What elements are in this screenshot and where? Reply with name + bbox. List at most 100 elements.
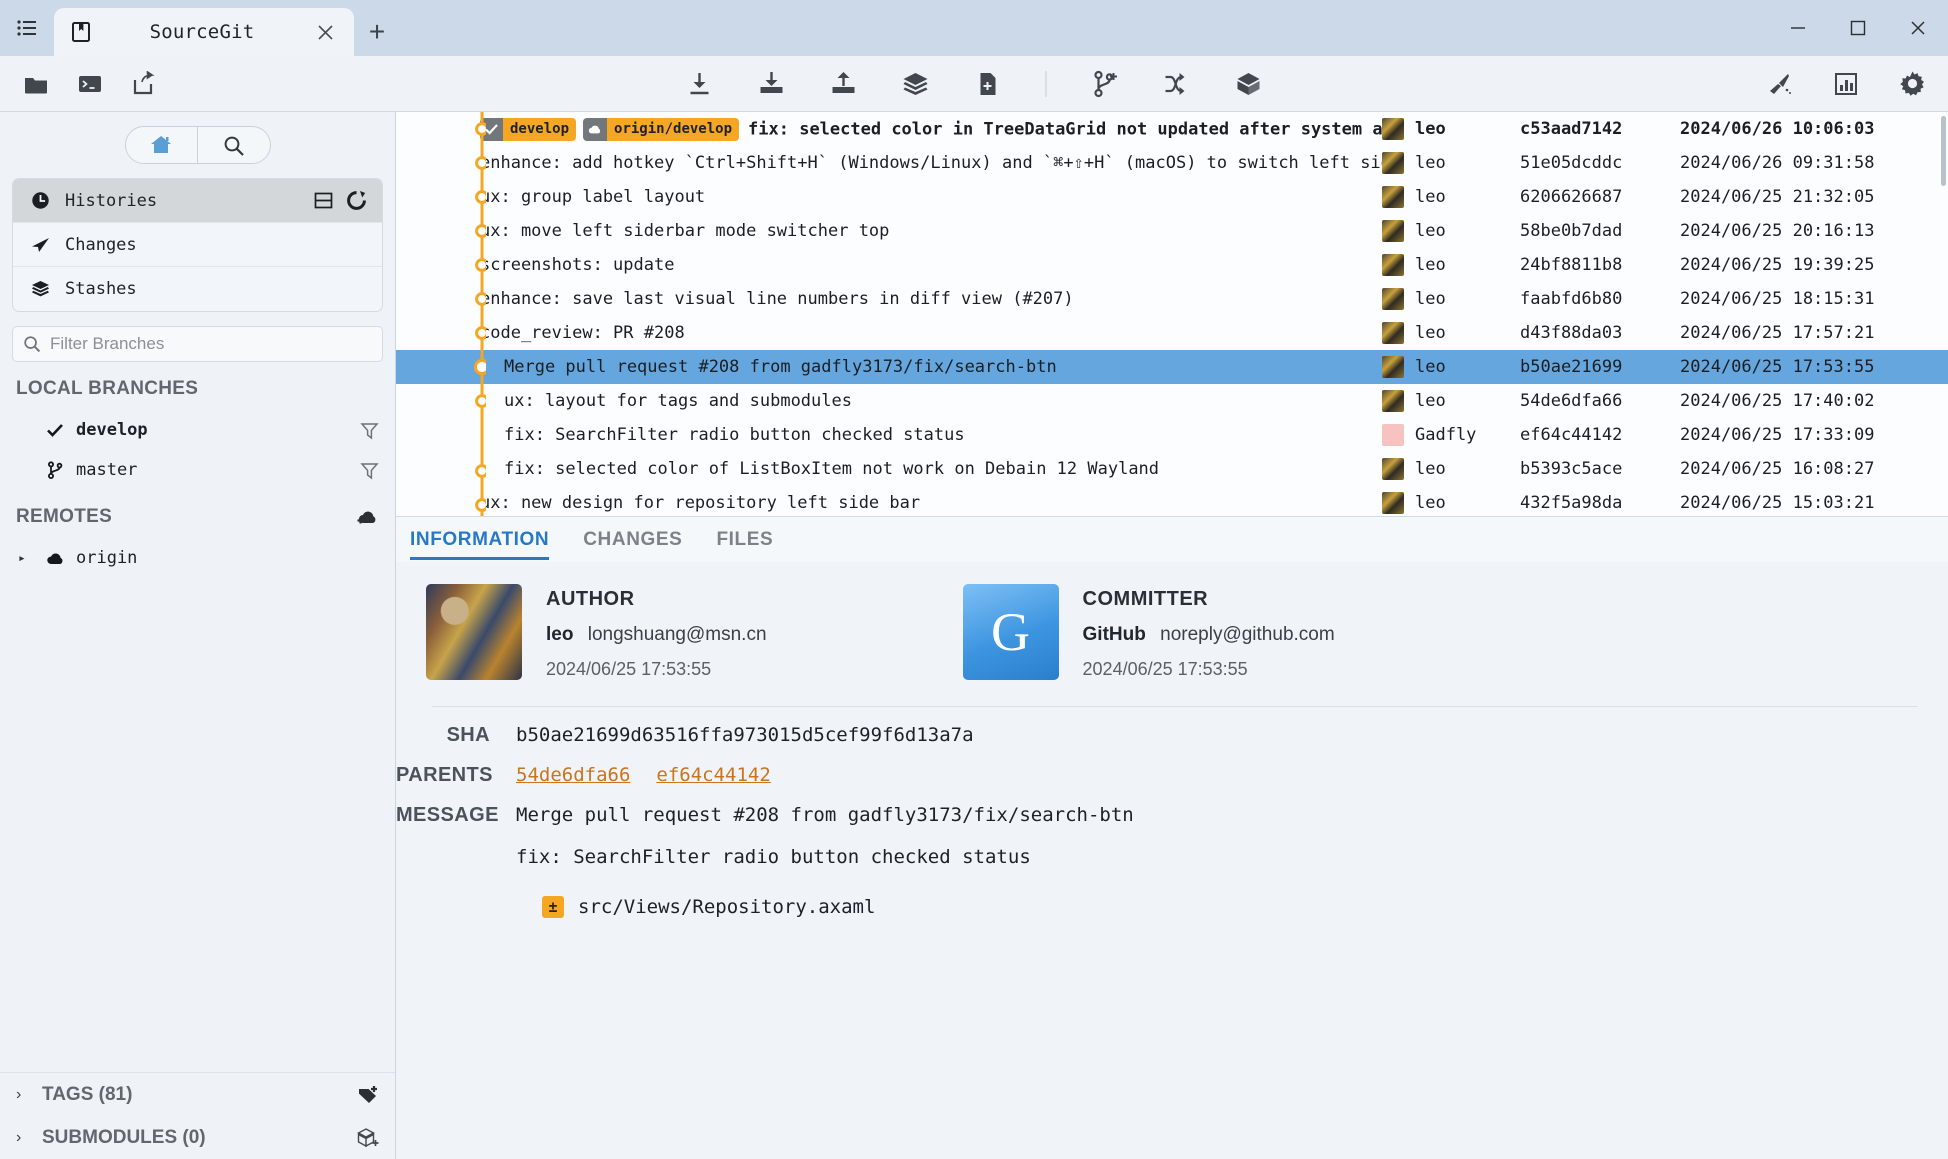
layout-toggle-icon[interactable] [314, 191, 333, 210]
archive-button[interactable] [1227, 64, 1271, 104]
clean-button[interactable] [1758, 64, 1802, 104]
commit-row[interactable]: Merge pull request #208 from gadfly3173/… [396, 350, 1948, 384]
commit-row[interactable]: ux: group label layoutleo62066266872024/… [396, 180, 1948, 214]
commit-list[interactable]: develop origin/develop fix: selected color… [396, 112, 1948, 516]
tab-information[interactable]: INFORMATION [410, 517, 549, 563]
commit-list-scrollbar[interactable] [1941, 116, 1946, 186]
commit-row[interactable]: code_review: PR #208leod43f88da032024/06… [396, 316, 1948, 350]
commit-subject: develop origin/develop fix: selected color… [480, 118, 1382, 141]
branch-name: master [76, 460, 350, 480]
ref-badge[interactable]: develop [480, 118, 576, 141]
sidebar-item-histories[interactable]: Histories [13, 179, 382, 223]
open-external-button[interactable] [122, 64, 166, 104]
repository-tab[interactable]: SourceGit [54, 8, 354, 56]
add-submodule-icon[interactable] [357, 1127, 379, 1148]
toolbar-separator [1046, 71, 1047, 97]
commit-graph-cell [396, 112, 480, 146]
expand-twisty[interactable]: › [16, 1129, 32, 1147]
commit-decorators: develop origin/develop [480, 118, 739, 141]
commit-author-name: leo [1415, 391, 1446, 411]
pull-button[interactable] [750, 64, 794, 104]
statistics-button[interactable] [1824, 64, 1868, 104]
commit-author-name: leo [1415, 459, 1446, 479]
branch-item-master[interactable]: master [0, 450, 395, 490]
committer-avatar: G [963, 584, 1059, 680]
avatar [1382, 322, 1404, 344]
ref-badge[interactable]: origin/develop [583, 118, 739, 141]
filter-branches-box[interactable] [12, 326, 383, 362]
commit-subject: ux: new design for repository left side … [480, 493, 1382, 513]
commit-graph-cell [396, 316, 480, 350]
new-branch-button[interactable] [1083, 64, 1127, 104]
commit-row[interactable]: ux: new design for repository left side … [396, 486, 1948, 516]
tab-list-button[interactable] [0, 0, 54, 56]
close-window-button[interactable] [1888, 0, 1948, 56]
expand-twisty[interactable]: ▸ [18, 551, 34, 566]
sidebar-item-stashes[interactable]: Stashes [13, 267, 382, 311]
commit-graph-cell [396, 452, 480, 486]
search-input[interactable] [50, 334, 372, 354]
commit-row[interactable]: enhance: save last visual line numbers i… [396, 282, 1948, 316]
message-label: MESSAGE [396, 804, 516, 868]
maximize-button[interactable] [1828, 0, 1888, 56]
author-date: 2024/06/25 17:53:55 [546, 659, 767, 680]
commit-subject-text: fix: selected color in TreeDataGrid not … [748, 119, 1382, 139]
changed-file-row[interactable]: ± src/Views/Repository.axaml [516, 896, 1948, 918]
commit-author-name: leo [1415, 493, 1446, 513]
funnel-icon[interactable] [360, 421, 379, 440]
right-pane: develop origin/develop fix: selected color… [396, 112, 1948, 1159]
commit-subject: fix: SearchFilter radio button checked s… [480, 425, 1382, 445]
minimize-button[interactable] [1768, 0, 1828, 56]
commit-row[interactable]: enhance: add hotkey `Ctrl+Shift+H` (Wind… [396, 146, 1948, 180]
commit-time: 2024/06/26 10:06:03 [1680, 119, 1948, 139]
commit-subject: screenshots: update [480, 255, 1382, 275]
commit-row[interactable]: develop origin/develop fix: selected color… [396, 112, 1948, 146]
message-field: MESSAGE Merge pull request #208 from gad… [396, 787, 1948, 868]
commit-subject: code_review: PR #208 [480, 323, 1382, 343]
committer-role-label: COMMITTER [1083, 588, 1335, 611]
add-tag-icon[interactable] [358, 1085, 379, 1105]
home-mode-button[interactable] [126, 127, 198, 163]
commit-author-name: leo [1415, 119, 1446, 139]
open-terminal-button[interactable] [68, 64, 112, 104]
submodules-section[interactable]: › SUBMODULES (0) [0, 1116, 395, 1159]
remote-item-origin[interactable]: ▸ origin [0, 538, 395, 578]
commit-row[interactable]: ux: layout for tags and submodulesleo54d… [396, 384, 1948, 418]
add-remote-icon[interactable] [357, 508, 379, 527]
commit-row[interactable]: fix: selected color of ListBoxItem not w… [396, 452, 1948, 486]
branch-item-develop[interactable]: develop [0, 410, 395, 450]
preferences-button[interactable] [1890, 64, 1934, 104]
author-email: longshuang@msn.cn [588, 624, 767, 645]
commit-author-cell: leo [1382, 254, 1520, 276]
tab-files[interactable]: FILES [716, 517, 773, 563]
commit-author-name: leo [1415, 255, 1446, 275]
refresh-icon[interactable] [347, 191, 366, 210]
sidebar-item-label: Changes [65, 235, 366, 255]
commit-graph-cell [396, 180, 480, 214]
avatar [1382, 288, 1404, 310]
expand-twisty[interactable]: › [16, 1086, 32, 1104]
push-button[interactable] [822, 64, 866, 104]
commit-author-name: leo [1415, 153, 1446, 173]
new-tab-button[interactable]: + [354, 8, 400, 56]
open-repository-button[interactable] [14, 64, 58, 104]
commit-time: 2024/06/25 17:33:09 [1680, 425, 1948, 445]
parent-link[interactable]: 54de6dfa66 [516, 764, 630, 787]
parent-link[interactable]: ef64c44142 [656, 764, 770, 787]
tags-section[interactable]: › TAGS (81) [0, 1073, 395, 1116]
commit-row[interactable]: fix: SearchFilter radio button checked s… [396, 418, 1948, 452]
funnel-icon[interactable] [360, 461, 379, 480]
fetch-button[interactable] [678, 64, 722, 104]
stash-button[interactable] [894, 64, 938, 104]
commit-author-cell: leo [1382, 322, 1520, 344]
commit-row[interactable]: ux: move left siderbar mode switcher top… [396, 214, 1948, 248]
commit-row[interactable]: screenshots: updateleo24bf8811b82024/06/… [396, 248, 1948, 282]
local-branches-header: LOCAL BRANCHES [0, 368, 395, 410]
cherry-pick-button[interactable] [1155, 64, 1199, 104]
close-tab-icon[interactable] [310, 17, 340, 47]
sidebar-item-changes[interactable]: Changes [13, 223, 382, 267]
tab-changes[interactable]: CHANGES [583, 517, 682, 563]
search-mode-button[interactable] [197, 127, 270, 163]
layers-icon [29, 280, 51, 299]
apply-patch-button[interactable] [966, 64, 1010, 104]
